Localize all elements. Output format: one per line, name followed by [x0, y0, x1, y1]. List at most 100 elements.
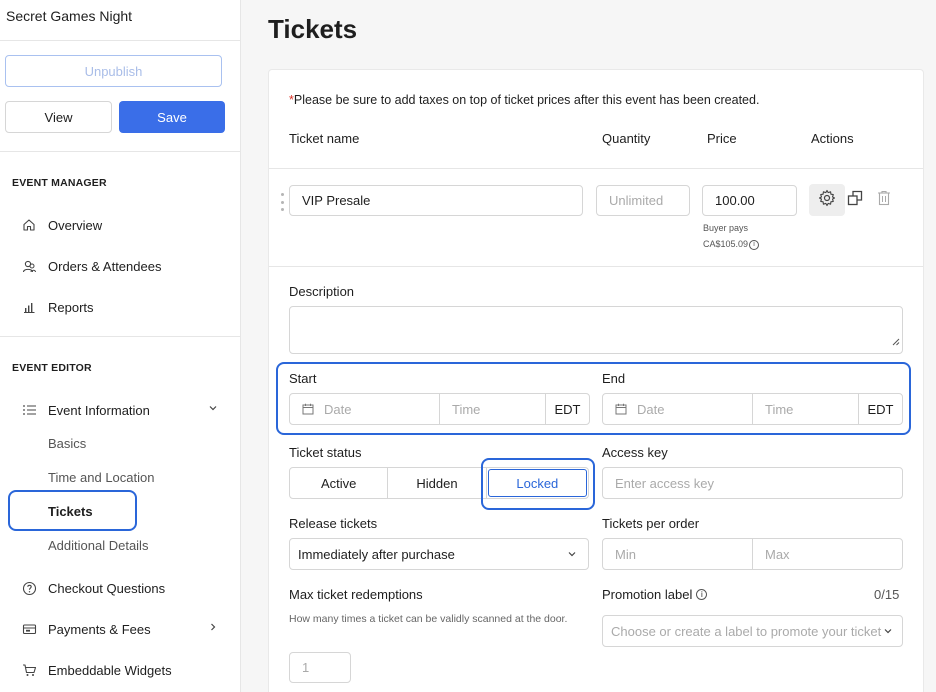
access-key-label: Access key — [602, 445, 668, 460]
start-label: Start — [289, 371, 317, 386]
promotion-placeholder: Choose or create a label to promote your… — [611, 623, 882, 639]
calendar-icon — [302, 403, 314, 415]
promotion-label-text: Promotion label — [602, 587, 693, 602]
end-date-input[interactable]: Date — [603, 394, 753, 424]
event-name: Secret Games Night — [6, 8, 133, 24]
end-timezone[interactable]: EDT — [859, 394, 902, 424]
divider — [0, 151, 240, 152]
event-editor-title: EVENT EDITOR — [12, 362, 92, 374]
start-datetime-group: Date Time EDT — [289, 393, 590, 425]
list-icon — [20, 401, 38, 419]
active-item-highlight — [8, 490, 137, 531]
info-icon[interactable]: i — [749, 239, 760, 250]
end-label: End — [602, 371, 626, 386]
column-header-price: Price — [707, 131, 737, 146]
divider — [269, 266, 923, 267]
tax-note: *Please be sure to add taxes on top of t… — [289, 93, 759, 107]
drag-handle-icon[interactable] — [281, 193, 285, 211]
buyer-pays-amount: CA$105.09 — [703, 239, 749, 249]
start-date-input[interactable]: Date — [290, 394, 440, 424]
sidebar-item-label: Event Information — [48, 402, 150, 418]
sidebar-item-label: Reports — [48, 299, 94, 315]
promotion-label-title: Promotion label i — [602, 587, 708, 602]
start-timezone[interactable]: EDT — [546, 394, 589, 424]
buyer-pays-info: Buyer pays CA$105.09 i — [703, 220, 760, 252]
locked-highlight — [481, 458, 595, 510]
ticket-status-label: Ticket status — [289, 445, 362, 460]
people-icon — [20, 257, 38, 275]
end-datetime-group: Date Time EDT — [602, 393, 903, 425]
description-label: Description — [289, 284, 355, 299]
question-circle-icon — [20, 579, 38, 597]
sidebar-item-label: Embeddable Widgets — [48, 662, 172, 678]
sidebar-item-label: Overview — [48, 217, 103, 233]
sidebar-subitem-additional-details[interactable]: Additional Details — [48, 538, 148, 553]
view-button[interactable]: View — [5, 101, 112, 133]
bar-chart-icon — [20, 298, 38, 316]
sidebar: Secret Games Night Unpublish View Save E… — [0, 0, 241, 692]
calendar-icon — [615, 403, 627, 415]
settings-button[interactable] — [809, 184, 845, 216]
tickets-per-order-group: Min Max — [602, 538, 903, 570]
max-redemptions-helper: How many times a ticket can be validly s… — [289, 613, 568, 625]
start-date-placeholder: Date — [324, 401, 352, 417]
divider — [269, 168, 923, 169]
resize-handle-icon[interactable] — [892, 333, 900, 351]
delete-button[interactable] — [875, 190, 893, 211]
min-per-order-input[interactable]: Min — [603, 539, 753, 569]
column-header-ticket-name: Ticket name — [289, 131, 360, 146]
trash-icon — [877, 190, 891, 211]
save-button[interactable]: Save — [119, 101, 225, 133]
duplicate-button[interactable] — [846, 190, 864, 211]
access-key-input[interactable]: Enter access key — [602, 467, 903, 499]
tickets-per-order-label: Tickets per order — [602, 516, 700, 531]
end-date-placeholder: Date — [637, 401, 665, 417]
duplicate-icon — [847, 190, 863, 211]
ticket-name-input[interactable]: VIP Presale — [289, 185, 583, 216]
description-textarea[interactable] — [289, 306, 903, 354]
chevron-down-icon — [566, 548, 578, 563]
sidebar-item-label: Payments & Fees — [48, 621, 151, 637]
event-manager-title: EVENT MANAGER — [12, 177, 107, 189]
sidebar-item-label: Checkout Questions — [48, 580, 166, 596]
start-time-input[interactable]: Time — [440, 394, 546, 424]
home-icon — [20, 216, 38, 234]
sidebar-item-orders[interactable]: Orders & Attendees — [20, 254, 225, 278]
column-header-actions: Actions — [811, 131, 854, 146]
column-header-quantity: Quantity — [602, 131, 651, 146]
divider — [0, 40, 240, 41]
max-redemptions-input[interactable]: 1 — [289, 652, 351, 683]
chevron-down-icon — [882, 625, 894, 640]
sidebar-item-label: Orders & Attendees — [48, 258, 162, 274]
sidebar-item-payments-fees[interactable]: Payments & Fees — [20, 617, 225, 641]
tax-note-text: Please be sure to add taxes on top of ti… — [293, 93, 760, 107]
release-tickets-value: Immediately after purchase — [298, 546, 455, 562]
sidebar-subitem-time-location[interactable]: Time and Location — [48, 470, 154, 485]
quantity-input[interactable]: Unlimited — [596, 185, 690, 216]
chevron-right-icon — [207, 621, 219, 636]
cart-icon — [20, 661, 38, 679]
promotion-counter: 0/15 — [874, 587, 900, 602]
max-per-order-input[interactable]: Max — [753, 539, 902, 569]
buyer-pays-label: Buyer pays — [703, 223, 749, 233]
end-time-input[interactable]: Time — [753, 394, 859, 424]
sidebar-item-overview[interactable]: Overview — [20, 213, 225, 237]
release-tickets-select[interactable]: Immediately after purchase — [289, 538, 589, 570]
sidebar-item-embeddable-widgets[interactable]: Embeddable Widgets — [20, 658, 225, 682]
price-input[interactable]: 100.00 — [702, 185, 797, 216]
unpublish-button[interactable]: Unpublish — [5, 55, 222, 87]
sidebar-item-checkout-questions[interactable]: Checkout Questions — [20, 576, 225, 600]
promotion-label-select[interactable]: Choose or create a label to promote your… — [602, 615, 903, 647]
status-hidden-button[interactable]: Hidden — [388, 468, 487, 498]
sidebar-item-reports[interactable]: Reports — [20, 295, 225, 319]
sidebar-subitem-basics[interactable]: Basics — [48, 436, 86, 451]
payment-icon — [20, 620, 38, 638]
status-active-button[interactable]: Active — [290, 468, 389, 498]
max-redemptions-label: Max ticket redemptions — [289, 587, 423, 602]
page-title: Tickets — [268, 14, 358, 44]
info-icon[interactable]: i — [696, 589, 708, 600]
sidebar-item-event-information[interactable]: Event Information — [20, 398, 225, 422]
divider — [0, 336, 240, 337]
chevron-down-icon — [207, 402, 219, 417]
gear-icon — [818, 189, 836, 212]
